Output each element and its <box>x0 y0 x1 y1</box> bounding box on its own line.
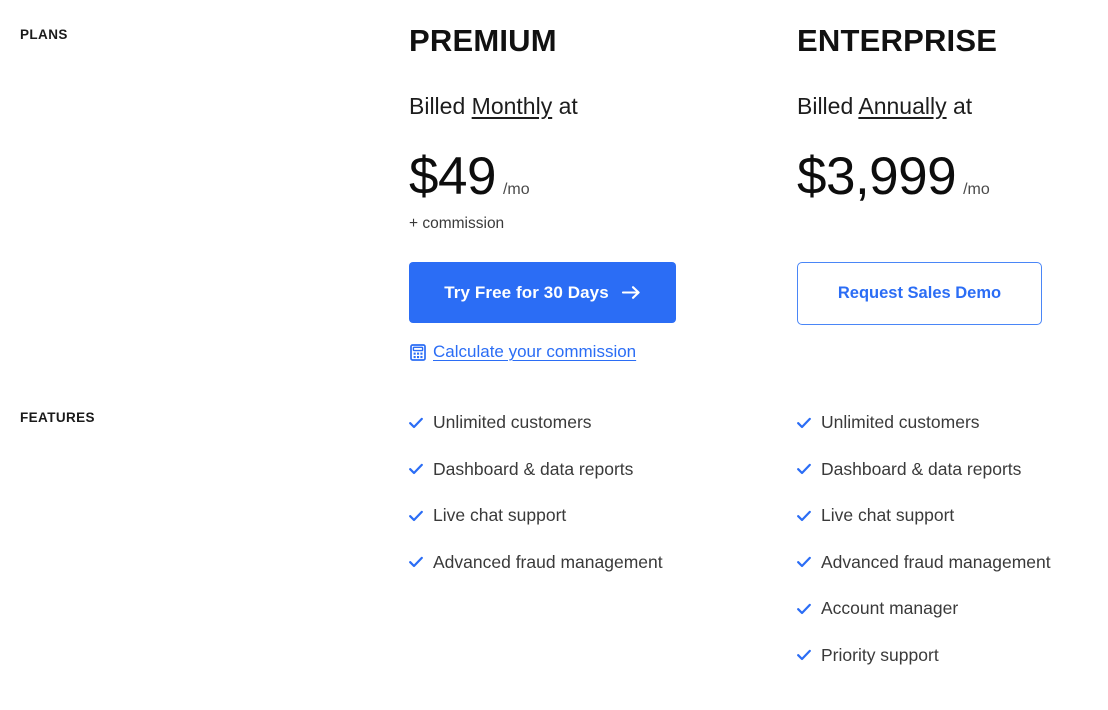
try-free-button-label: Try Free for 30 Days <box>444 282 609 302</box>
calculator-icon <box>409 343 426 361</box>
plans-row-label: PLANS <box>20 27 68 42</box>
feature-list-enterprise: Unlimited customers Dashboard & data rep… <box>797 411 1051 690</box>
request-sales-demo-button[interactable]: Request Sales Demo <box>797 262 1042 325</box>
price-period-premium: /mo <box>502 181 530 198</box>
list-item: Advanced fraud management <box>797 551 1051 574</box>
list-item: Live chat support <box>797 504 1051 527</box>
billing-prefix: Billed <box>797 93 859 119</box>
feature-list-premium: Unlimited customers Dashboard & data rep… <box>409 411 663 597</box>
list-item: Account manager <box>797 597 1051 620</box>
price-amount-premium: $49 <box>409 147 496 206</box>
pricing-comparison-table: PLANS FEATURES PREMIUM Billed Monthly at… <box>0 0 1108 710</box>
feature-label: Dashboard & data reports <box>821 458 1022 479</box>
list-item: Advanced fraud management <box>409 551 663 574</box>
calculate-commission-link[interactable]: Calculate your commission <box>409 342 636 362</box>
feature-label: Advanced fraud management <box>821 551 1051 572</box>
check-icon <box>797 509 811 523</box>
plan-title-premium: PREMIUM <box>409 23 557 58</box>
check-icon <box>409 509 423 523</box>
billing-cycle-enterprise: Annually <box>858 93 947 119</box>
billing-line-premium: Billed Monthly at <box>409 93 578 120</box>
price-row-enterprise: $3,999 /mo <box>797 150 990 203</box>
list-item: Dashboard & data reports <box>409 458 663 481</box>
billing-cycle-premium: Monthly <box>471 93 553 119</box>
plan-title-enterprise: ENTERPRISE <box>797 23 998 58</box>
feature-label: Live chat support <box>821 505 955 525</box>
list-item: Dashboard & data reports <box>797 458 1051 481</box>
check-icon <box>409 462 423 476</box>
arrow-right-icon <box>621 285 641 300</box>
check-icon <box>797 602 811 616</box>
price-amount-enterprise: $3,999 <box>797 147 957 206</box>
feature-label: Unlimited customers <box>433 412 592 432</box>
feature-label: Advanced fraud management <box>433 551 663 572</box>
billing-prefix: Billed <box>409 93 472 119</box>
price-row-premium: $49 /mo <box>409 150 530 203</box>
list-item: Unlimited customers <box>409 411 663 434</box>
price-note-premium: + commission <box>409 215 505 232</box>
check-icon <box>409 416 423 430</box>
features-row-label: FEATURES <box>20 410 95 425</box>
feature-label: Dashboard & data reports <box>433 458 634 479</box>
feature-label: Live chat support <box>433 505 567 525</box>
billing-suffix: at <box>552 93 578 119</box>
feature-label: Priority support <box>821 644 939 665</box>
try-free-button[interactable]: Try Free for 30 Days <box>409 262 676 323</box>
billing-line-enterprise: Billed Annually at <box>797 93 972 120</box>
check-icon <box>409 555 423 569</box>
feature-label: Unlimited customers <box>821 412 980 432</box>
check-icon <box>797 648 811 662</box>
check-icon <box>797 462 811 476</box>
check-icon <box>797 555 811 569</box>
check-icon <box>797 416 811 430</box>
calculate-commission-label: Calculate your commission <box>433 342 637 361</box>
request-sales-demo-label: Request Sales Demo <box>837 284 1002 302</box>
billing-suffix: at <box>946 93 973 119</box>
list-item: Unlimited customers <box>797 411 1051 434</box>
price-period-enterprise: /mo <box>963 181 990 198</box>
list-item: Priority support <box>797 644 1051 667</box>
list-item: Live chat support <box>409 504 663 527</box>
feature-label: Account manager <box>821 598 959 618</box>
